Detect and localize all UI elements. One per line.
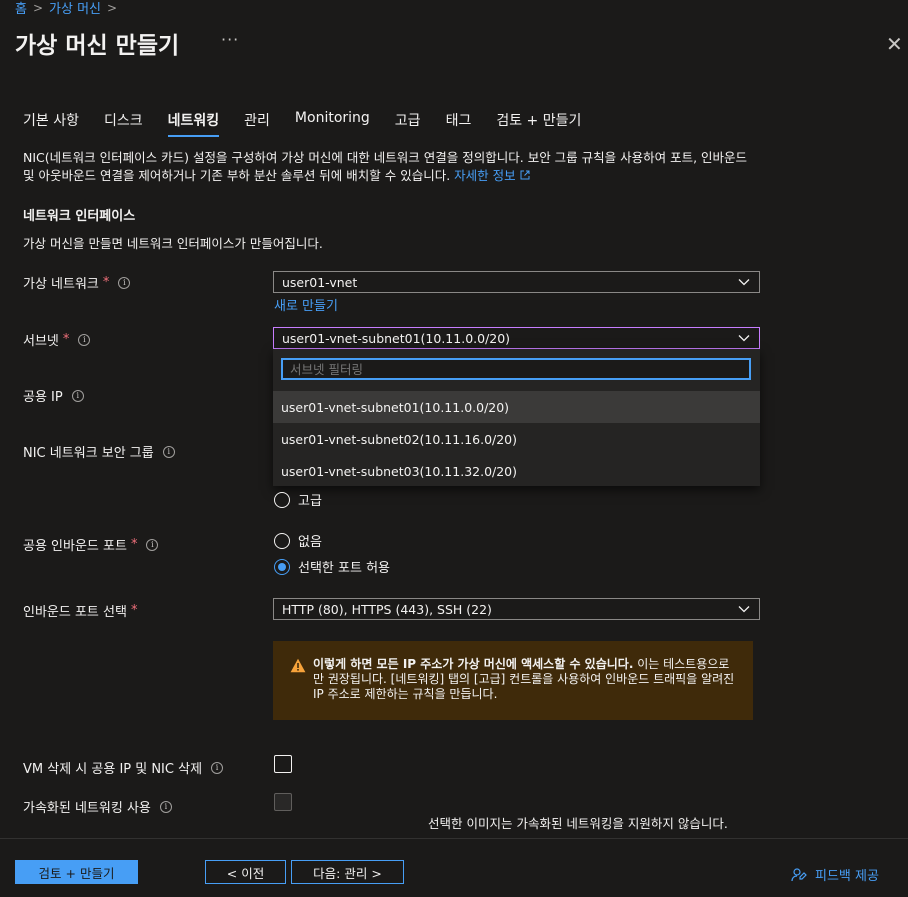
chevron-right-icon: > — [107, 0, 118, 15]
subnet-label: 서브넷 * i — [23, 330, 91, 349]
delete-option-checkbox[interactable] — [274, 755, 292, 773]
inbound-ports-label: 공용 인바운드 포트 * i — [23, 535, 159, 554]
tab-review-create[interactable]: 검토 + 만들기 — [496, 110, 581, 137]
inbound-radio-none[interactable]: 없음 — [274, 531, 322, 550]
inbound-select-label: 인바운드 포트 선택 * — [23, 603, 138, 620]
create-new-vnet-link[interactable]: 새로 만들기 — [274, 295, 338, 314]
inbound-radio-allow[interactable]: 선택한 포트 허용 — [274, 557, 390, 576]
info-icon[interactable]: i — [71, 389, 84, 402]
inbound-ports-select[interactable]: HTTP (80), HTTPS (443), SSH (22) — [273, 598, 760, 620]
previous-button[interactable]: < 이전 — [205, 860, 286, 884]
subnet-filter-input[interactable] — [281, 358, 751, 380]
accel-label: 가속화된 네트워킹 사용 i — [23, 797, 172, 816]
info-icon[interactable]: i — [118, 276, 131, 289]
close-icon[interactable]: ✕ — [886, 32, 903, 56]
subnet-option[interactable]: user01-vnet-subnet03(10.11.32.0/20) — [273, 455, 760, 487]
public-ip-label: 공용 IP i — [23, 386, 84, 405]
warning-icon — [290, 658, 306, 673]
tab-advanced[interactable]: 고급 — [395, 110, 421, 137]
more-options-icon[interactable]: ··· — [221, 30, 239, 49]
tab-tags[interactable]: 태그 — [446, 110, 472, 137]
breadcrumb-vm[interactable]: 가상 머신 — [49, 0, 101, 17]
feedback-icon — [791, 867, 807, 881]
tab-disks[interactable]: 디스크 — [104, 110, 143, 137]
subnet-select[interactable]: user01-vnet-subnet01(10.11.0.0/20) — [273, 327, 760, 349]
footer-divider — [0, 838, 908, 839]
required-asterisk: * — [102, 275, 110, 290]
chevron-right-icon: > — [32, 0, 44, 15]
info-icon[interactable]: i — [162, 445, 175, 458]
next-button[interactable]: 다음: 관리 > — [291, 860, 404, 884]
info-icon[interactable]: i — [78, 333, 91, 346]
section-description: 가상 머신을 만들면 네트워크 인터페이스가 만들어집니다. — [23, 236, 323, 251]
vnet-value: user01-vnet — [282, 274, 358, 290]
subnet-value: user01-vnet-subnet01(10.11.0.0/20) — [282, 330, 511, 346]
breadcrumb-home[interactable]: 홈 — [15, 0, 27, 17]
nsg-label: NIC 네트워크 보안 그룹 i — [23, 442, 175, 461]
radio-circle — [274, 491, 290, 508]
radio-circle-selected — [274, 558, 290, 575]
tab-bar: 기본 사항 디스크 네트워킹 관리 Monitoring 고급 태그 검토 + … — [23, 110, 606, 137]
chevron-down-icon — [738, 279, 750, 286]
radio-circle — [274, 532, 290, 549]
vnet-select[interactable]: user01-vnet — [273, 271, 760, 293]
inbound-ports-value: HTTP (80), HTTPS (443), SSH (22) — [282, 601, 492, 617]
learn-more-link[interactable]: 자세한 정보 — [454, 168, 530, 183]
breadcrumb: 홈 > 가상 머신 > — [15, 0, 118, 18]
nsg-radio-advanced[interactable]: 고급 — [274, 490, 322, 509]
tab-monitoring[interactable]: Monitoring — [295, 110, 370, 137]
subnet-option[interactable]: user01-vnet-subnet02(10.11.16.0/20) — [273, 423, 760, 455]
review-create-button[interactable]: 검토 + 만들기 — [15, 860, 138, 884]
page-description: NIC(네트워크 인터페이스 카드) 설정을 구성하여 가상 머신에 대한 네트… — [23, 149, 753, 185]
chevron-down-icon — [738, 606, 750, 613]
accel-checkbox — [274, 793, 292, 811]
chevron-down-icon — [738, 335, 750, 342]
required-asterisk: * — [130, 603, 138, 618]
page-title: 가상 머신 만들기 — [15, 33, 180, 59]
required-asterisk: * — [62, 332, 70, 347]
feedback-link[interactable]: 피드백 제공 — [791, 865, 879, 884]
delete-option-label: VM 삭제 시 공용 IP 및 NIC 삭제 i — [23, 758, 224, 777]
warning-banner: 이렇게 하면 모든 IP 주소가 가상 머신에 액세스할 수 있습니다. 이는 … — [273, 641, 753, 720]
info-icon[interactable]: i — [211, 761, 224, 774]
info-icon[interactable]: i — [146, 538, 159, 551]
warning-title: 이렇게 하면 모든 IP 주소가 가상 머신에 액세스할 수 있습니다. — [313, 657, 634, 671]
info-icon[interactable]: i — [159, 800, 172, 813]
section-title: 네트워크 인터페이스 — [23, 209, 136, 224]
required-asterisk: * — [130, 537, 138, 552]
vnet-label: 가상 네트워크 * i — [23, 273, 131, 292]
external-link-icon — [520, 170, 530, 180]
accel-note: 선택한 이미지는 가속화된 네트워킹을 지원하지 않습니다. — [428, 816, 728, 831]
tab-management[interactable]: 관리 — [244, 110, 270, 137]
tab-basics[interactable]: 기본 사항 — [23, 110, 79, 137]
subnet-dropdown: user01-vnet-subnet01(10.11.0.0/20) user0… — [273, 349, 760, 486]
subnet-option[interactable]: user01-vnet-subnet01(10.11.0.0/20) — [273, 391, 760, 423]
tab-networking[interactable]: 네트워킹 — [167, 110, 219, 137]
description-text: NIC(네트워크 인터페이스 카드) 설정을 구성하여 가상 머신에 대한 네트… — [23, 150, 748, 183]
